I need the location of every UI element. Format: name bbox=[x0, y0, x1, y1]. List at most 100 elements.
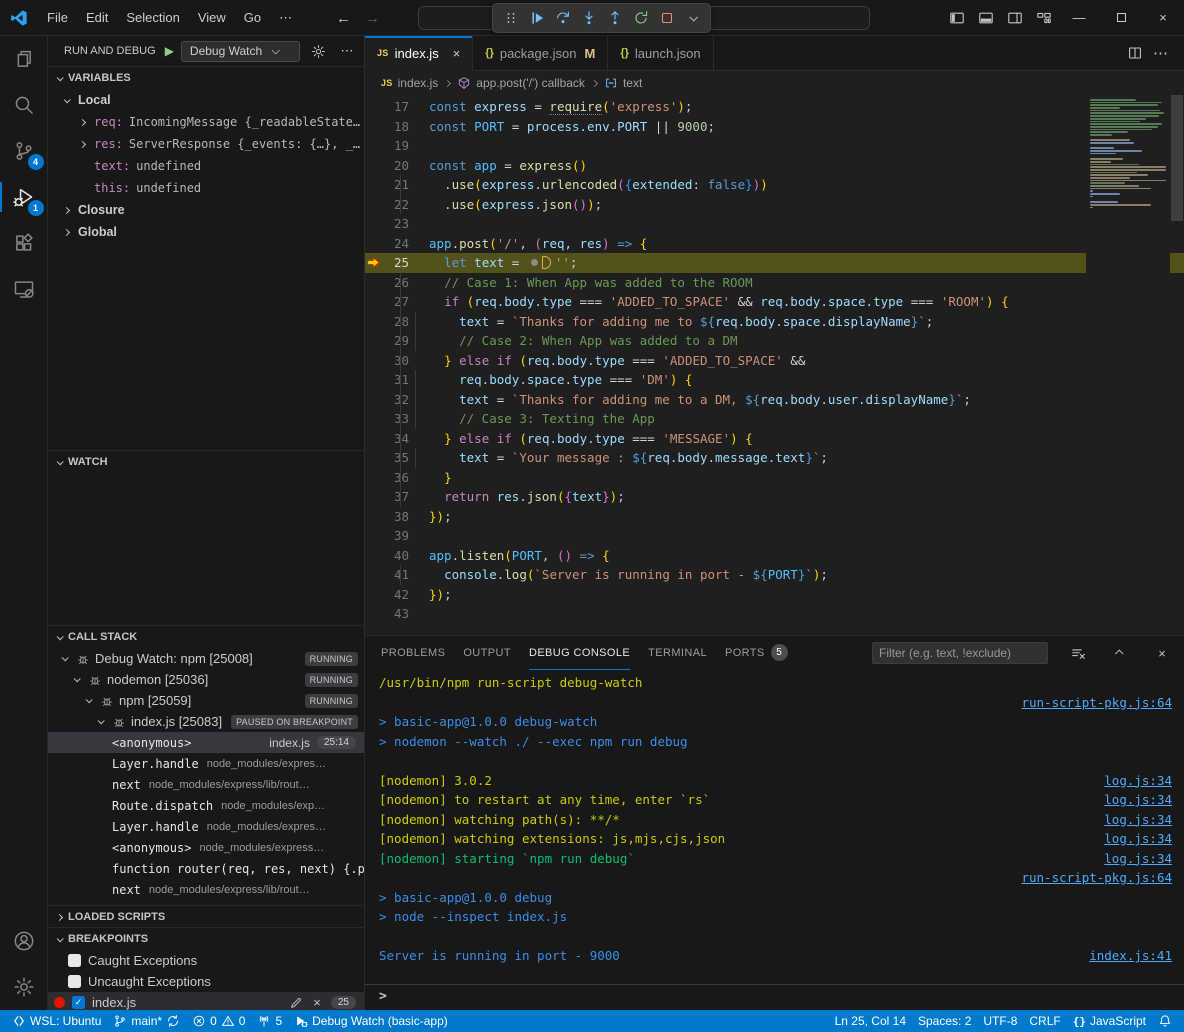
breakpoint-checkbox[interactable] bbox=[68, 954, 81, 967]
code-line[interactable]: 18const PORT = process.env.PORT || 9000; bbox=[365, 117, 1184, 137]
tab-launch.json[interactable]: {}launch.json bbox=[608, 36, 713, 70]
continue-button[interactable] bbox=[524, 6, 549, 30]
console-source-link[interactable]: log.js:34 bbox=[1104, 810, 1172, 830]
layout-sidebar-left-button[interactable] bbox=[942, 5, 971, 31]
breakpoint-row[interactable]: Uncaught Exceptions bbox=[48, 971, 364, 992]
activity-settings[interactable] bbox=[0, 964, 48, 1010]
call-stack-header[interactable]: CALL STACK bbox=[48, 626, 364, 648]
console-source-link[interactable]: index.js:41 bbox=[1089, 946, 1172, 966]
stack-frame-row[interactable]: function router(req, res, next) {.pr… bbox=[48, 858, 364, 879]
breakpoint-margin[interactable] bbox=[365, 546, 383, 566]
tab-package.json[interactable]: {}package.jsonM bbox=[473, 36, 608, 70]
breakpoint-margin[interactable] bbox=[365, 273, 383, 293]
code-line[interactable]: 34 } else if (req.body.type === 'MESSAGE… bbox=[365, 429, 1184, 449]
breakpoint-margin[interactable] bbox=[365, 390, 383, 410]
statusbar-eol[interactable]: CRLF bbox=[1023, 1010, 1066, 1032]
activity-remote-explorer[interactable] bbox=[0, 266, 48, 312]
panel-tab-problems[interactable]: PROBLEMS bbox=[381, 636, 445, 670]
breakpoint-margin[interactable] bbox=[365, 331, 383, 351]
step-out-button[interactable] bbox=[602, 6, 627, 30]
stack-frame-row[interactable]: Layer.handlenode_modules/expres… bbox=[48, 753, 364, 774]
panel-tab-output[interactable]: OUTPUT bbox=[463, 636, 511, 670]
breakpoint-margin[interactable] bbox=[365, 312, 383, 332]
code-line[interactable]: 25 let text = ''; bbox=[365, 253, 1184, 273]
console-filter-input[interactable] bbox=[872, 642, 1048, 664]
breakpoint-checkbox[interactable]: ✓ bbox=[72, 996, 85, 1009]
debug-session-row[interactable]: nodemon [25036]RUNNING bbox=[48, 669, 364, 690]
breakpoint-margin[interactable] bbox=[365, 429, 383, 449]
debug-session-row[interactable]: index.js [25083]PAUSED ON BREAKPOINT bbox=[48, 711, 364, 732]
start-debug-icon[interactable]: ▶ bbox=[165, 44, 174, 58]
step-into-button[interactable] bbox=[576, 6, 601, 30]
code-line[interactable]: 28 text = `Thanks for adding me to ${req… bbox=[365, 312, 1184, 332]
code-line[interactable]: 26 // Case 1: When App was added to the … bbox=[365, 273, 1184, 293]
activity-accounts[interactable] bbox=[0, 918, 48, 964]
activity-search[interactable] bbox=[0, 82, 48, 128]
breakpoint-margin[interactable] bbox=[365, 370, 383, 390]
loaded-scripts-header[interactable]: LOADED SCRIPTS bbox=[48, 906, 364, 927]
maximize-panel-icon[interactable] bbox=[1108, 641, 1132, 665]
console-source-link[interactable]: log.js:34 bbox=[1104, 849, 1172, 869]
breakpoint-row[interactable]: ✓index.js×25 bbox=[48, 992, 364, 1010]
dropdown-button[interactable] bbox=[680, 6, 705, 30]
breakpoint-row[interactable]: Caught Exceptions bbox=[48, 950, 364, 971]
breakpoint-margin[interactable] bbox=[365, 136, 383, 156]
layout-customize-button[interactable] bbox=[1029, 5, 1058, 31]
statusbar-notifications[interactable] bbox=[1152, 1010, 1178, 1032]
console-source-link[interactable]: run-script-pkg.js:64 bbox=[1021, 693, 1172, 713]
activity-explorer[interactable] bbox=[0, 36, 48, 82]
activity-run-debug[interactable]: 1 bbox=[0, 174, 48, 220]
minimize-button[interactable]: — bbox=[1058, 0, 1100, 36]
minimap[interactable] bbox=[1086, 97, 1170, 635]
menu-selection[interactable]: Selection bbox=[117, 5, 188, 31]
code-line[interactable]: 19 bbox=[365, 136, 1184, 156]
breakpoint-margin[interactable] bbox=[365, 604, 383, 624]
code-line[interactable]: 40app.listen(PORT, () => { bbox=[365, 546, 1184, 566]
code-line[interactable]: 43 bbox=[365, 604, 1184, 624]
variable-row[interactable]: res:ServerResponse {_events: {…}, _ev… bbox=[48, 133, 364, 155]
activity-extensions[interactable] bbox=[0, 220, 48, 266]
code-line[interactable]: 32 text = `Thanks for adding me to a DM,… bbox=[365, 390, 1184, 410]
console-source-link[interactable]: log.js:34 bbox=[1104, 829, 1172, 849]
variable-row[interactable]: req:IncomingMessage {_readableState: … bbox=[48, 111, 364, 133]
statusbar-ports-forwarded[interactable]: 5 bbox=[251, 1010, 288, 1032]
breakpoint-checkbox[interactable] bbox=[68, 975, 81, 988]
editor-scrollbar[interactable] bbox=[1170, 95, 1184, 635]
breakpoint-margin[interactable] bbox=[365, 156, 383, 176]
breakpoint-margin[interactable] bbox=[365, 507, 383, 527]
close-panel-icon[interactable]: × bbox=[1150, 641, 1174, 665]
breadcrumb-item[interactable]: text bbox=[604, 76, 642, 90]
breakpoint-margin[interactable] bbox=[365, 565, 383, 585]
statusbar-debug-session[interactable]: Debug Watch (basic-app) bbox=[288, 1010, 454, 1032]
code-editor[interactable]: 17const express = require('express');18c… bbox=[365, 95, 1184, 635]
code-line[interactable]: 21 .use(express.urlencoded({extended: fa… bbox=[365, 175, 1184, 195]
scope-row[interactable]: Closure bbox=[48, 199, 364, 221]
code-line[interactable]: 39 bbox=[365, 526, 1184, 546]
stack-frame-row[interactable]: Route.dispatchnode_modules/exp… bbox=[48, 795, 364, 816]
statusbar-problems[interactable]: 00 bbox=[186, 1010, 251, 1032]
breakpoint-margin[interactable] bbox=[365, 448, 383, 468]
panel-tab-debug-console[interactable]: DEBUG CONSOLE bbox=[529, 636, 630, 670]
code-line[interactable]: 42}); bbox=[365, 585, 1184, 605]
stop-button[interactable] bbox=[654, 6, 679, 30]
stack-frame-row[interactable]: Layer.handlenode_modules/expres… bbox=[48, 816, 364, 837]
breakpoint-margin[interactable] bbox=[365, 585, 383, 605]
breakpoint-margin[interactable] bbox=[365, 195, 383, 215]
editor-more-icon[interactable]: ⋯ bbox=[1147, 44, 1174, 62]
maximize-button[interactable] bbox=[1100, 0, 1142, 36]
restart-button[interactable] bbox=[628, 6, 653, 30]
console-source-link[interactable]: run-script-pkg.js:64 bbox=[1021, 868, 1172, 888]
code-line[interactable]: 36 } bbox=[365, 468, 1184, 488]
menu-overflow[interactable]: ⋯ bbox=[270, 5, 301, 31]
statusbar-remote-indicator[interactable]: WSL: Ubuntu bbox=[6, 1010, 107, 1032]
breadcrumb-item[interactable]: JSindex.js bbox=[381, 76, 438, 90]
statusbar-language[interactable]: {}JavaScript bbox=[1067, 1010, 1152, 1032]
code-line[interactable]: 22 .use(express.json()); bbox=[365, 195, 1184, 215]
code-line[interactable]: 29 // Case 2: When App was added to a DM bbox=[365, 331, 1184, 351]
launch-config-dropdown[interactable]: Debug Watch bbox=[181, 41, 300, 62]
edit-breakpoint-icon[interactable] bbox=[289, 995, 303, 1010]
breakpoints-header[interactable]: BREAKPOINTS bbox=[48, 928, 364, 950]
variables-header[interactable]: VARIABLES bbox=[48, 67, 364, 89]
code-line[interactable]: 23 bbox=[365, 214, 1184, 234]
sidebar-more-icon[interactable]: ⋯ bbox=[336, 43, 358, 59]
